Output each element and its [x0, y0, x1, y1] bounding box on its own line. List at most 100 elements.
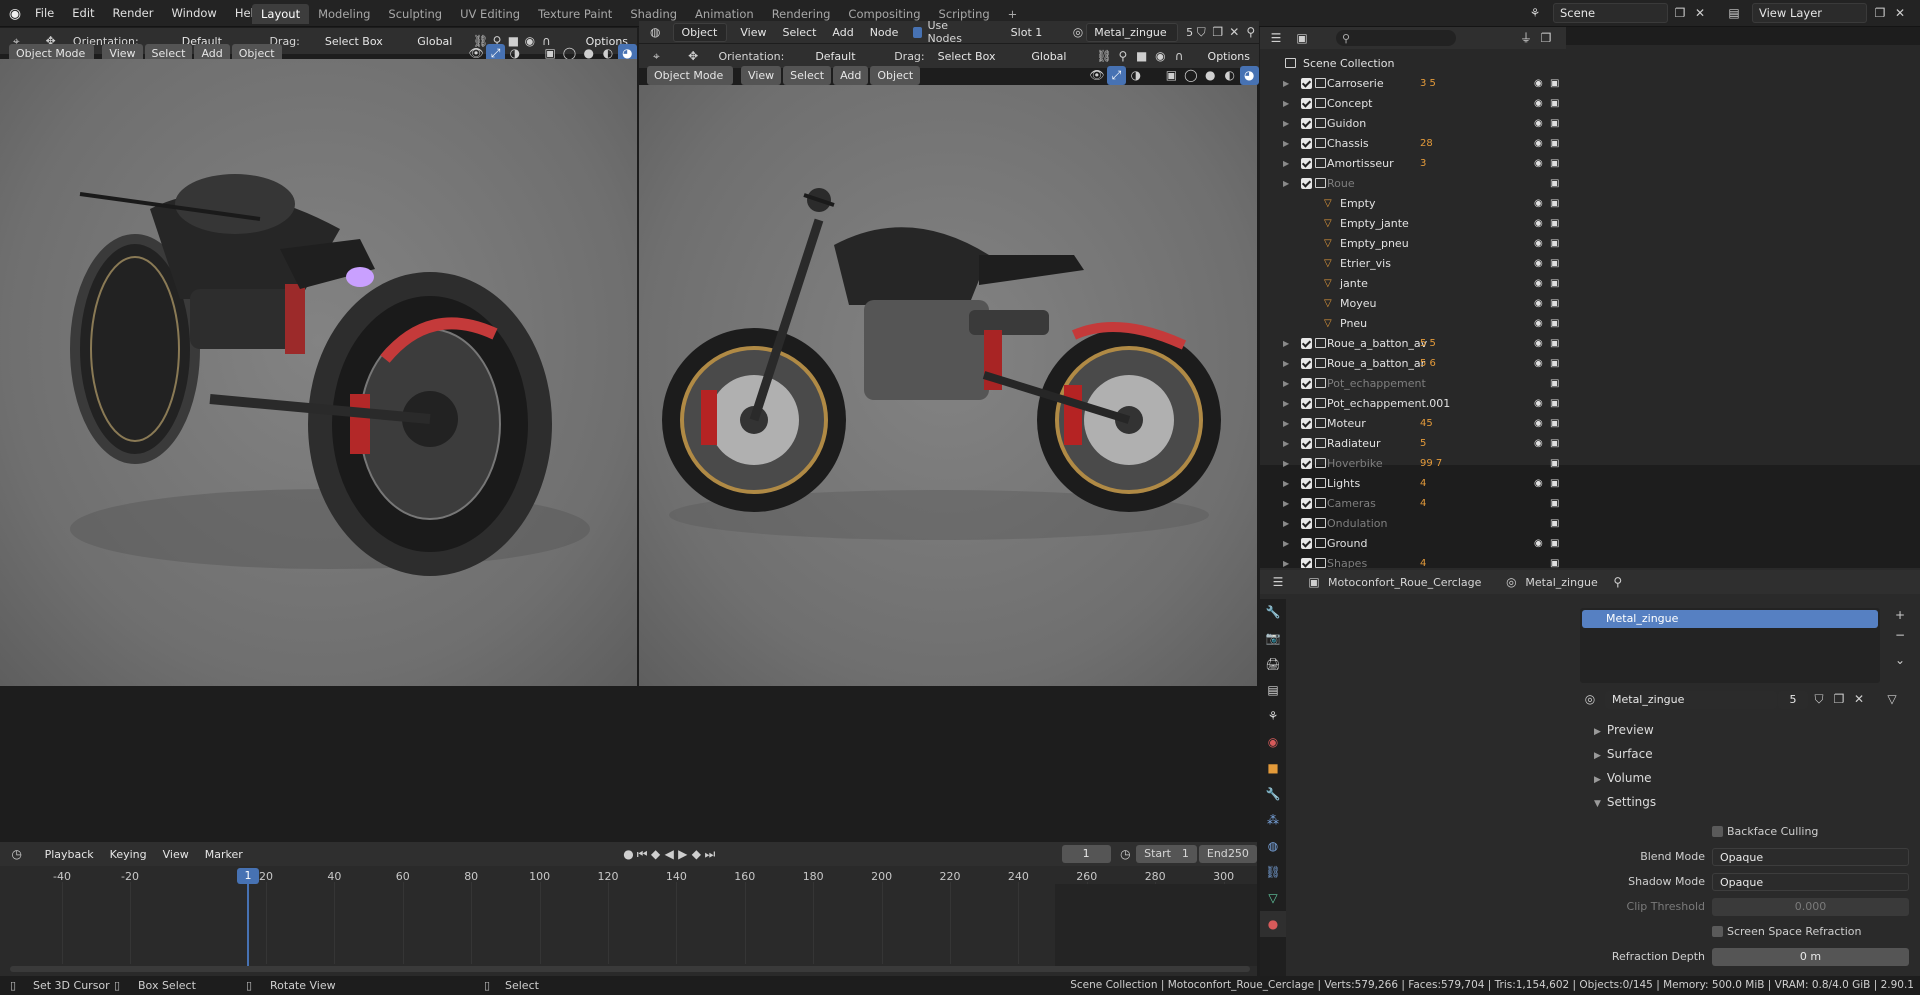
outliner-item[interactable]: ▽ Empty ◉ ▣ — [1260, 195, 1566, 211]
visibility-eye-icon[interactable]: ◉ — [1534, 78, 1543, 89]
include-checkbox[interactable] — [1301, 137, 1312, 149]
include-checkbox[interactable] — [1301, 497, 1312, 509]
view-menu-2[interactable]: View — [741, 65, 782, 85]
snap-icon-2[interactable]: ⚲ — [1114, 47, 1133, 66]
unlink-icon-2[interactable]: ✕ — [1849, 690, 1869, 709]
render-camera-icon[interactable]: ▣ — [1550, 498, 1559, 509]
expand-arrow-icon[interactable]: ▶ — [1283, 339, 1289, 348]
include-checkbox[interactable] — [1301, 117, 1312, 129]
visibility-eye-icon[interactable]: ◉ — [1534, 338, 1543, 349]
outliner-item[interactable]: ▶ Pot_echappement.001 ◉ ▣ — [1260, 395, 1566, 411]
outliner-item[interactable]: ▽ jante ◉ ▣ — [1260, 275, 1566, 291]
tab-sculpting[interactable]: Sculpting — [379, 4, 451, 24]
snap-target-icon-2[interactable]: ■ — [1132, 47, 1151, 66]
pin-icon[interactable]: ⚲ — [1242, 23, 1258, 42]
playhead-frame-badge[interactable]: 1 — [237, 868, 259, 884]
outliner-item[interactable]: ▽ Moyeu ◉ ▣ — [1260, 295, 1566, 311]
scene-icon[interactable]: ⚘ — [1525, 4, 1545, 23]
include-checkbox[interactable] — [1301, 557, 1312, 569]
options-dropdown-2[interactable]: Options — [1201, 47, 1257, 66]
scene-tab-icon[interactable]: ⚘ — [1260, 703, 1286, 729]
record-icon[interactable]: ● — [622, 845, 636, 864]
include-checkbox[interactable] — [1301, 337, 1312, 349]
playhead-line[interactable] — [247, 884, 249, 966]
expand-arrow-icon[interactable]: ▶ — [1283, 79, 1289, 88]
visibility-eye-icon[interactable]: ◉ — [1534, 278, 1543, 289]
section-preview[interactable]: ▶ Preview — [1594, 723, 1654, 737]
include-checkbox[interactable] — [1301, 477, 1312, 489]
jump-end-icon[interactable]: ⏭ — [703, 845, 717, 864]
outliner-item[interactable]: ▶ Pot_echappement ▣ — [1260, 375, 1566, 391]
render-camera-icon[interactable]: ▣ — [1550, 358, 1559, 369]
refraction-depth-field[interactable]: 0 m — [1712, 948, 1909, 966]
start-frame-field[interactable]: Start 1 — [1136, 845, 1197, 863]
outliner-item[interactable]: ▶ Amortisseur 3 ◉ ▣ — [1260, 155, 1566, 171]
render-camera-icon[interactable]: ▣ — [1550, 298, 1559, 309]
current-frame-field[interactable]: 1 — [1061, 845, 1111, 863]
tab-layout[interactable]: Layout — [252, 4, 310, 24]
world-tab-icon[interactable]: ◉ — [1260, 729, 1286, 755]
blend-mode-dropdown[interactable]: Opaque — [1712, 848, 1909, 866]
render-camera-icon[interactable]: ▣ — [1550, 418, 1559, 429]
slot-specials-icon[interactable]: ⌄ — [1890, 651, 1910, 670]
include-checkbox[interactable] — [1301, 417, 1312, 429]
select-menu-2[interactable]: Select — [783, 65, 832, 85]
section-surface[interactable]: ▶ Surface — [1594, 747, 1653, 761]
render-camera-icon[interactable]: ▣ — [1550, 118, 1559, 129]
outliner-item[interactable]: ▶ Lights 4 ◉ ▣ — [1260, 475, 1566, 491]
expand-arrow-icon[interactable]: ▶ — [1283, 399, 1289, 408]
expand-arrow-icon[interactable]: ▶ — [1283, 539, 1289, 548]
modifier-tab-icon[interactable]: 🔧 — [1260, 781, 1286, 807]
wireframe-shading-icon-2[interactable]: ◯ — [1181, 66, 1200, 85]
include-checkbox[interactable] — [1301, 157, 1312, 169]
tab-modeling[interactable]: Modeling — [309, 4, 379, 24]
include-checkbox[interactable] — [1301, 97, 1312, 109]
material-browse-icon[interactable]: ◎ — [1070, 23, 1086, 42]
render-camera-icon[interactable]: ▣ — [1550, 458, 1559, 469]
proportional-edit-icon-2[interactable]: ◉ — [1151, 47, 1170, 66]
data-tab-icon[interactable]: ▽ — [1260, 885, 1286, 911]
outliner-item[interactable]: ▶ Roue ▣ — [1260, 175, 1566, 191]
render-camera-icon[interactable]: ▣ — [1550, 438, 1559, 449]
play-reverse-icon[interactable]: ◀ — [662, 845, 676, 864]
new-collection-icon[interactable]: ❐ — [1536, 29, 1556, 48]
visibility-eye-icon[interactable]: ◉ — [1534, 238, 1543, 249]
include-checkbox[interactable] — [1301, 397, 1312, 409]
outliner-item[interactable]: ▽ Etrier_vis ◉ ▣ — [1260, 255, 1566, 271]
expand-arrow-icon[interactable]: ▶ — [1283, 99, 1289, 108]
expand-arrow-icon[interactable]: ▶ — [1283, 419, 1289, 428]
menu-render[interactable]: Render — [104, 4, 163, 23]
jump-start-icon[interactable]: ⏮ — [635, 845, 649, 864]
outliner-item[interactable]: ▶ Roue_a_batton_av 5 5 ◉ ▣ — [1260, 335, 1566, 351]
render-camera-icon[interactable]: ▣ — [1550, 238, 1559, 249]
delete-scene-icon[interactable]: ✕ — [1690, 4, 1710, 23]
include-checkbox[interactable] — [1301, 377, 1312, 389]
visibility-eye-icon[interactable]: ◉ — [1534, 298, 1543, 309]
outliner-item[interactable]: ▶ Hoverbike 99 7 ▣ — [1260, 455, 1566, 471]
particles-tab-icon[interactable]: ⁂ — [1260, 807, 1286, 833]
expand-arrow-icon[interactable]: ▶ — [1283, 519, 1289, 528]
timeline-scrollbar[interactable] — [10, 966, 1250, 972]
timeline-view-menu[interactable]: View — [156, 845, 196, 864]
visibility-eye-icon[interactable]: ◉ — [1534, 478, 1543, 489]
visibility-icon-2[interactable]: 👁 — [1087, 66, 1106, 85]
material-shading-icon-2[interactable]: ◐ — [1220, 66, 1239, 85]
solid-shading-icon-2[interactable]: ● — [1201, 66, 1220, 85]
visibility-eye-icon[interactable]: ◉ — [1534, 538, 1543, 549]
remove-slot-icon[interactable]: − — [1890, 626, 1910, 645]
visibility-eye-icon[interactable]: ◉ — [1534, 138, 1543, 149]
visibility-eye-icon[interactable]: ◉ — [1534, 198, 1543, 209]
tool-tab-icon[interactable]: 🔧 — [1260, 599, 1286, 625]
render-camera-icon[interactable]: ▣ — [1550, 538, 1559, 549]
outliner-item[interactable]: ▶ Radiateur 5 ◉ ▣ — [1260, 435, 1566, 451]
expand-arrow-icon[interactable]: ▶ — [1283, 479, 1289, 488]
drag-dropdown-2[interactable]: Select Box — [931, 47, 1009, 66]
backface-culling-checkbox[interactable] — [1712, 826, 1723, 837]
include-checkbox[interactable] — [1301, 537, 1312, 549]
render-camera-icon[interactable]: ▣ — [1550, 218, 1559, 229]
outliner-item[interactable]: ▶ Carroserie 3 5 ◉ ▣ — [1260, 75, 1566, 91]
marker-menu[interactable]: Marker — [198, 845, 250, 864]
outliner-item[interactable]: ▶ Chassis 28 ◉ ▣ — [1260, 135, 1566, 151]
expand-arrow-icon[interactable]: ▶ — [1283, 499, 1289, 508]
transform-orientation-dropdown-2[interactable]: Global — [1024, 47, 1092, 66]
